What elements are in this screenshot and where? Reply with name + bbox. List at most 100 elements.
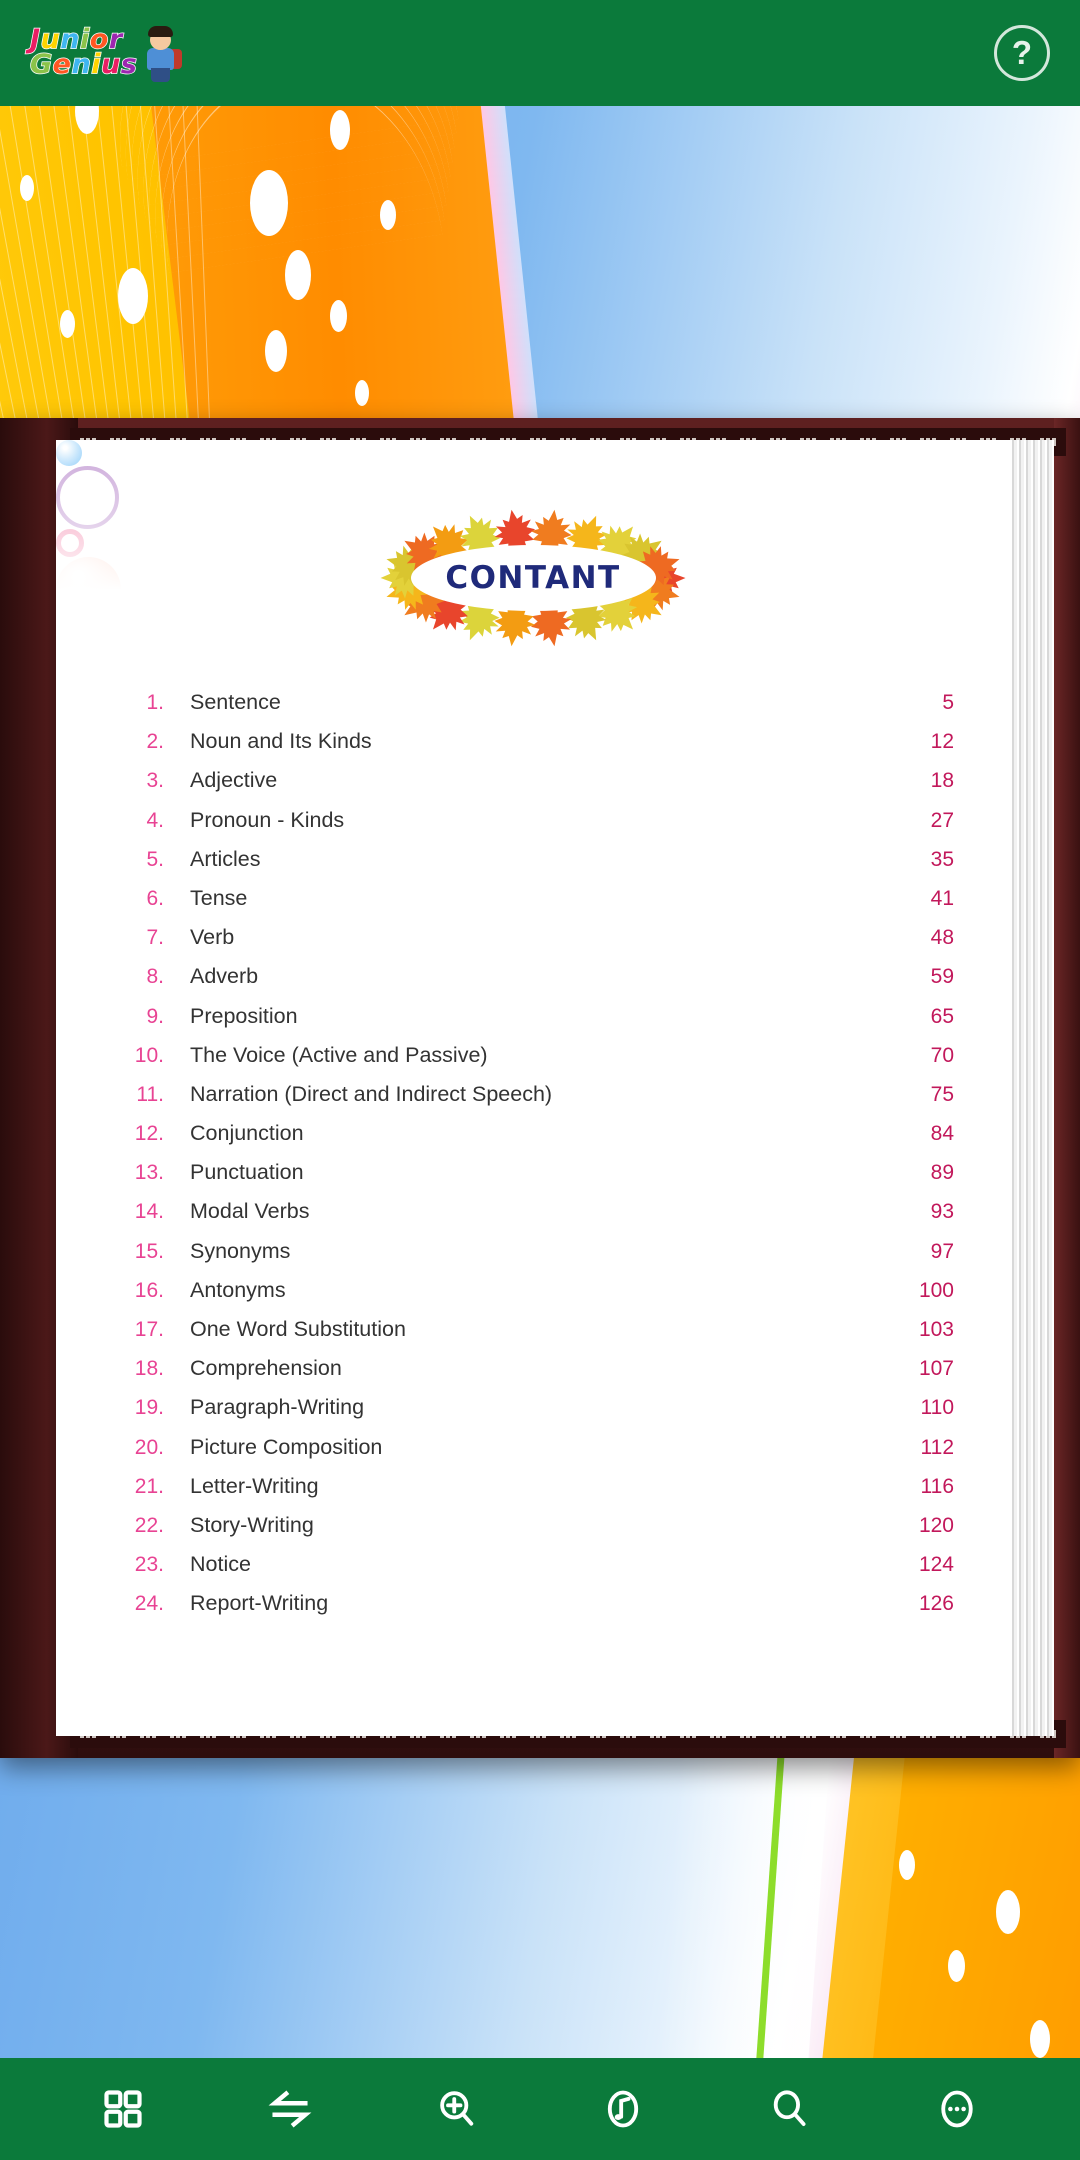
table-row[interactable]: 2. Noun and Its Kinds 12 [128,729,954,768]
toc-page-number: 70 [930,1043,954,1067]
table-row[interactable]: 5. Articles 35 [128,847,954,886]
toc-title: Synonyms [190,1238,291,1263]
contents-title-badge: CONTANT [368,510,698,646]
toc-number: 5. [146,847,164,871]
title-oval: CONTANT [410,545,656,611]
toc-number: 15. [134,1239,164,1263]
table-row[interactable]: 13. Punctuation 89 [128,1160,954,1199]
white-dot [948,1950,965,1982]
table-row[interactable]: 15. Synonyms 97 [128,1239,954,1278]
toc-page-number: 27 [930,808,954,832]
toc-number: 19. [134,1396,164,1420]
more-options-icon[interactable] [920,2077,994,2141]
table-row[interactable]: 18. Comprehension 107 [128,1356,954,1395]
toc-number: 11. [136,1082,164,1106]
white-dot [20,175,34,201]
thumbnails-grid-icon[interactable] [86,2077,160,2141]
table-row[interactable]: 22. Story-Writing 120 [128,1513,954,1552]
table-row[interactable]: 11. Narration (Direct and Indirect Speech… [128,1082,954,1121]
toc-page-number: 112 [920,1435,954,1459]
help-icon[interactable]: ? [994,25,1050,81]
toc-page-number: 65 [930,1004,954,1028]
toc-page-number: 126 [918,1592,954,1616]
toc-page-number: 120 [918,1513,954,1537]
toc-number: 8. [146,965,164,989]
table-row[interactable]: 20. Picture Composition 112 [128,1435,954,1474]
toc-number: 23. [134,1553,164,1577]
book-viewer[interactable]: CONTANT 1. Sentence 5 2. Noun and Its Kinds 1… [0,418,1080,1758]
toc-title: One Word Substitution [190,1317,406,1341]
toc-number: 24. [134,1592,164,1616]
toc-page-number: 41 [930,886,954,910]
toc-title: Adjective [190,768,278,793]
logo-text: Junior Genius [29,25,138,80]
table-row[interactable]: 19. Paragraph-Writing 110 [128,1395,954,1434]
logo-line-genius: Genius [29,49,138,80]
toc-title: Story-Writing [190,1512,314,1537]
table-row[interactable]: 3. Adjective 18 [128,768,954,807]
white-dot [380,200,396,230]
toc-number: 7. [146,926,164,950]
toc-page-number: 48 [930,926,954,950]
toc-number: 6. [146,886,164,910]
white-dot [355,380,369,406]
app-logo[interactable]: Junior Genius [29,22,185,84]
toc-number: 3. [146,769,164,793]
toc-title: Letter-Writing [190,1473,319,1498]
table-row[interactable]: 4. Pronoun - Kinds 27 [128,808,954,847]
white-dot [285,250,311,300]
table-row[interactable]: 8. Adverb 59 [128,964,954,1003]
white-dot [265,330,287,372]
toc-page-number: 84 [930,1122,954,1146]
white-dot [60,310,75,338]
toc-page-number: 59 [930,965,954,989]
table-row[interactable]: 12. Conjunction 84 [128,1121,954,1160]
page-stack-edge [1010,440,1054,1736]
toc-page-number: 100 [918,1278,954,1302]
white-dot [250,170,288,236]
table-row[interactable]: 21. Letter-Writing 116 [128,1474,954,1513]
page-flip-icon[interactable] [253,2077,327,2141]
toc-page-number: 89 [930,1161,954,1185]
toc-title: Picture Composition [190,1434,383,1459]
toc-page-number: 116 [920,1474,954,1498]
toc-number: 18. [134,1357,164,1381]
toc-title: Report-Writing [190,1591,329,1616]
toc-number: 17. [134,1318,164,1341]
toc-title: Preposition [190,1003,298,1028]
table-row[interactable]: 1. Sentence 5 [128,690,954,729]
table-of-contents: 1. Sentence 5 2. Noun and Its Kinds 12 3. Adjec… [128,690,954,1631]
bottom-toolbar [0,2058,1080,2160]
table-row[interactable]: 9. Preposition 65 [128,1004,954,1043]
table-row[interactable]: 6. Tense 41 [128,886,954,925]
toc-page-number: 124 [918,1553,954,1577]
toc-title: Adverb [190,964,259,989]
table-row[interactable]: 23. Notice 124 [128,1552,954,1591]
table-row[interactable]: 16. Antonyms 100 [128,1278,954,1317]
table-row[interactable]: 7. Verb 48 [128,925,954,964]
toc-page-number: 5 [942,691,954,714]
table-row[interactable]: 17. One Word Substitution 103 [128,1317,954,1356]
table-row[interactable]: 14. Modal Verbs 93 [128,1199,954,1238]
toc-title: Comprehension [190,1356,342,1381]
music-note-icon[interactable] [586,2077,660,2141]
white-dot [330,300,347,332]
table-row[interactable]: 24. Report-Writing 126 [128,1591,954,1630]
toc-title: Notice [190,1552,251,1577]
book-spine-right [1054,418,1080,1758]
book-page[interactable]: CONTANT 1. Sentence 5 2. Noun and Its Kinds 1… [56,440,1010,1736]
toc-number: 13. [134,1161,164,1185]
toc-title: Pronoun - Kinds [190,807,345,832]
zoom-in-icon[interactable] [420,2077,494,2141]
page-title: CONTANT [445,560,621,596]
toc-title: Antonyms [190,1277,286,1302]
toc-title: Conjunction [190,1121,304,1146]
search-icon[interactable] [753,2077,827,2141]
toc-number: 4. [146,808,164,832]
table-row[interactable]: 10. The Voice (Active and Passive) 70 [128,1043,954,1082]
toc-page-number: 75 [930,1082,954,1106]
white-dot [330,110,350,150]
toc-title: Noun and Its Kinds [190,729,372,754]
top-app-bar: Junior Genius ? [0,0,1080,106]
toc-title: The Voice (Active and Passive) [190,1042,488,1067]
